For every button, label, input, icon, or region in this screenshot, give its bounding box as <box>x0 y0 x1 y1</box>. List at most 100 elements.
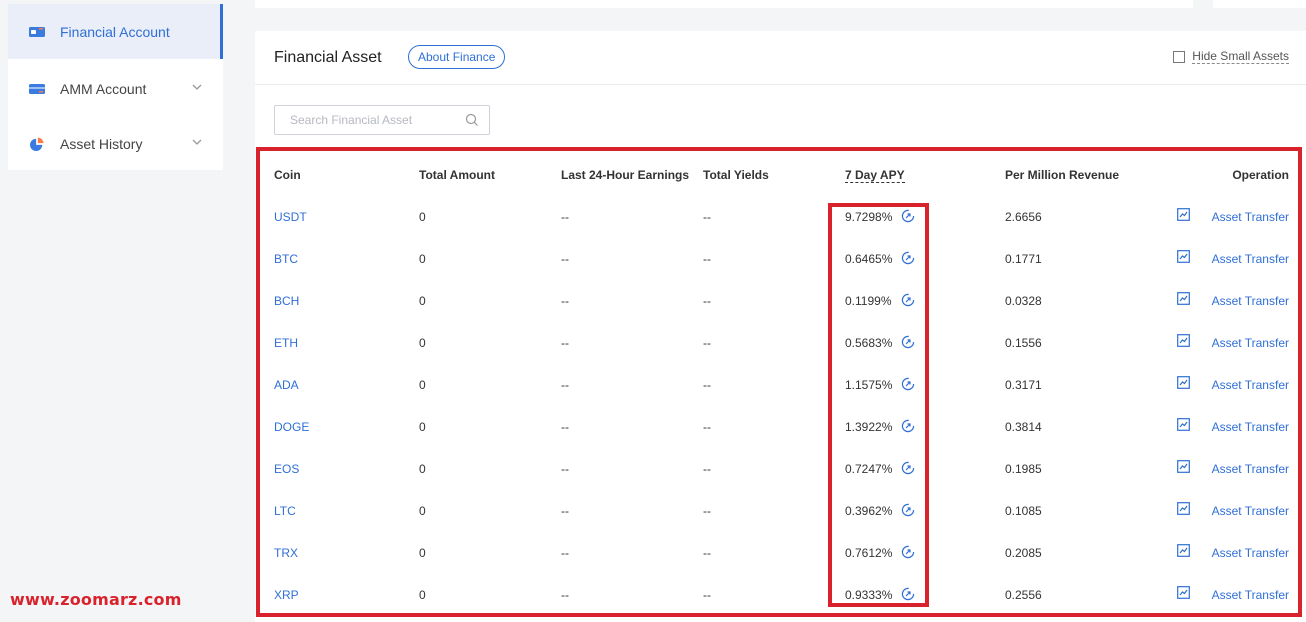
apy-trend-icon[interactable] <box>901 293 915 307</box>
line-chart-icon[interactable] <box>1177 250 1190 263</box>
table-row: ETH 0 -- -- 0.5683% 0.1556 Asset Transfe… <box>255 334 1306 378</box>
asset-transfer-link[interactable]: Asset Transfer <box>1212 546 1289 560</box>
sidebar-item-asset-history[interactable]: Asset History <box>8 116 223 171</box>
apy-trend-icon[interactable] <box>901 503 915 517</box>
coin-link[interactable]: LTC <box>274 504 296 518</box>
table-row: USDT 0 -- -- 9.7298% 2.6656 Asset Transf… <box>255 208 1306 252</box>
asset-transfer-link[interactable]: Asset Transfer <box>1212 252 1289 266</box>
line-chart-icon[interactable] <box>1177 544 1190 557</box>
asset-transfer-link[interactable]: Asset Transfer <box>1212 336 1289 350</box>
total-yields: -- <box>703 546 711 560</box>
top-panel <box>255 0 1193 8</box>
financial-asset-panel: Financial Asset About Finance Hide Small… <box>255 31 1306 622</box>
total-amount: 0 <box>419 504 426 518</box>
sidebar-item-amm-account[interactable]: AMM Account <box>8 61 223 116</box>
per-million-revenue: 0.1556 <box>1005 336 1042 350</box>
coin-link[interactable]: EOS <box>274 462 299 476</box>
watermark: www.zoomarz.com <box>10 590 182 609</box>
apy-trend-icon[interactable] <box>901 419 915 433</box>
top-panel-right <box>1213 0 1306 8</box>
last-24h-earnings: -- <box>561 210 569 224</box>
checkbox[interactable] <box>1173 50 1186 63</box>
line-chart-icon[interactable] <box>1177 208 1190 221</box>
asset-transfer-link[interactable]: Asset Transfer <box>1212 462 1289 476</box>
apy-trend-icon[interactable] <box>901 377 915 391</box>
apy-value: 0.5683% <box>845 336 893 350</box>
table-row: LTC 0 -- -- 0.3962% 0.1085 Asset Transfe… <box>255 502 1306 546</box>
coin-link[interactable]: DOGE <box>274 420 309 434</box>
sidebar-item-label: Asset History <box>60 135 143 152</box>
total-yields: -- <box>703 294 711 308</box>
apy-trend-icon[interactable] <box>901 545 915 559</box>
total-amount: 0 <box>419 378 426 392</box>
apy-trend-icon[interactable] <box>901 587 915 601</box>
coin-link[interactable]: USDT <box>274 210 307 224</box>
asset-transfer-link[interactable]: Asset Transfer <box>1212 420 1289 434</box>
total-yields: -- <box>703 504 711 518</box>
about-finance-button[interactable]: About Finance <box>408 45 506 69</box>
apy-value: 9.7298% <box>845 210 893 224</box>
per-million-revenue: 0.0328 <box>1005 294 1042 308</box>
column-header-per-million-revenue: Per Million Revenue <box>1005 168 1120 182</box>
apy-trend-icon[interactable] <box>901 335 915 349</box>
card-icon <box>29 83 45 94</box>
total-yields: -- <box>703 462 711 476</box>
chevron-down-icon <box>192 84 202 90</box>
asset-transfer-link[interactable]: Asset Transfer <box>1212 210 1289 224</box>
total-amount: 0 <box>419 462 426 476</box>
sidebar-item-financial-account[interactable]: Financial Account <box>8 4 223 59</box>
asset-transfer-link[interactable]: Asset Transfer <box>1212 378 1289 392</box>
table-row: XRP 0 -- -- 0.9333% 0.2556 Asset Transfe… <box>255 586 1306 622</box>
per-million-revenue: 0.2085 <box>1005 546 1042 560</box>
apy-trend-icon[interactable] <box>901 461 915 475</box>
last-24h-earnings: -- <box>561 588 569 602</box>
search-icon[interactable] <box>465 113 479 127</box>
hide-small-assets-label: Hide Small Assets <box>1192 49 1289 64</box>
coin-link[interactable]: BTC <box>274 252 298 266</box>
line-chart-icon[interactable] <box>1177 292 1190 305</box>
pie-chart-icon <box>30 136 44 151</box>
per-million-revenue: 0.3171 <box>1005 378 1042 392</box>
last-24h-earnings: -- <box>561 336 569 350</box>
line-chart-icon[interactable] <box>1177 502 1190 515</box>
total-yields: -- <box>703 420 711 434</box>
table-row: BTC 0 -- -- 0.6465% 0.1771 Asset Transfe… <box>255 250 1306 294</box>
apy-value: 1.1575% <box>845 378 893 392</box>
page-title: Financial Asset <box>274 49 382 66</box>
total-yields: -- <box>703 252 711 266</box>
column-header-last-24h-earnings: Last 24-Hour Earnings <box>561 168 690 182</box>
line-chart-icon[interactable] <box>1177 376 1190 389</box>
asset-transfer-link[interactable]: Asset Transfer <box>1212 504 1289 518</box>
line-chart-icon[interactable] <box>1177 586 1190 599</box>
column-header-7-day-apy[interactable]: 7 Day APY <box>845 168 905 183</box>
line-chart-icon[interactable] <box>1177 418 1190 431</box>
apy-trend-icon[interactable] <box>901 209 915 223</box>
per-million-revenue: 0.3814 <box>1005 420 1042 434</box>
apy-value: 0.6465% <box>845 252 893 266</box>
coin-link[interactable]: TRX <box>274 546 298 560</box>
apy-value: 0.1199% <box>845 294 892 308</box>
search-input[interactable] <box>274 105 490 135</box>
coin-link[interactable]: ETH <box>274 336 298 350</box>
coin-link[interactable]: ADA <box>274 378 299 392</box>
apy-value: 0.9333% <box>845 588 893 602</box>
table-row: TRX 0 -- -- 0.7612% 0.2085 Asset Transfe… <box>255 544 1306 588</box>
total-yields: -- <box>703 336 711 350</box>
asset-transfer-link[interactable]: Asset Transfer <box>1212 588 1289 602</box>
coin-link[interactable]: XRP <box>274 588 299 602</box>
apy-trend-icon[interactable] <box>901 251 915 265</box>
last-24h-earnings: -- <box>561 462 569 476</box>
total-amount: 0 <box>419 336 426 350</box>
hide-small-assets-toggle[interactable]: Hide Small Assets <box>1173 49 1289 64</box>
total-yields: -- <box>703 588 711 602</box>
line-chart-icon[interactable] <box>1177 460 1190 473</box>
per-million-revenue: 2.6656 <box>1005 210 1042 224</box>
line-chart-icon[interactable] <box>1177 334 1190 347</box>
apy-value: 1.3922% <box>845 420 893 434</box>
last-24h-earnings: -- <box>561 294 569 308</box>
wallet-card-icon <box>29 26 45 37</box>
asset-transfer-link[interactable]: Asset Transfer <box>1212 294 1289 308</box>
column-header-total-amount: Total Amount <box>419 168 495 182</box>
coin-link[interactable]: BCH <box>274 294 299 308</box>
last-24h-earnings: -- <box>561 546 569 560</box>
